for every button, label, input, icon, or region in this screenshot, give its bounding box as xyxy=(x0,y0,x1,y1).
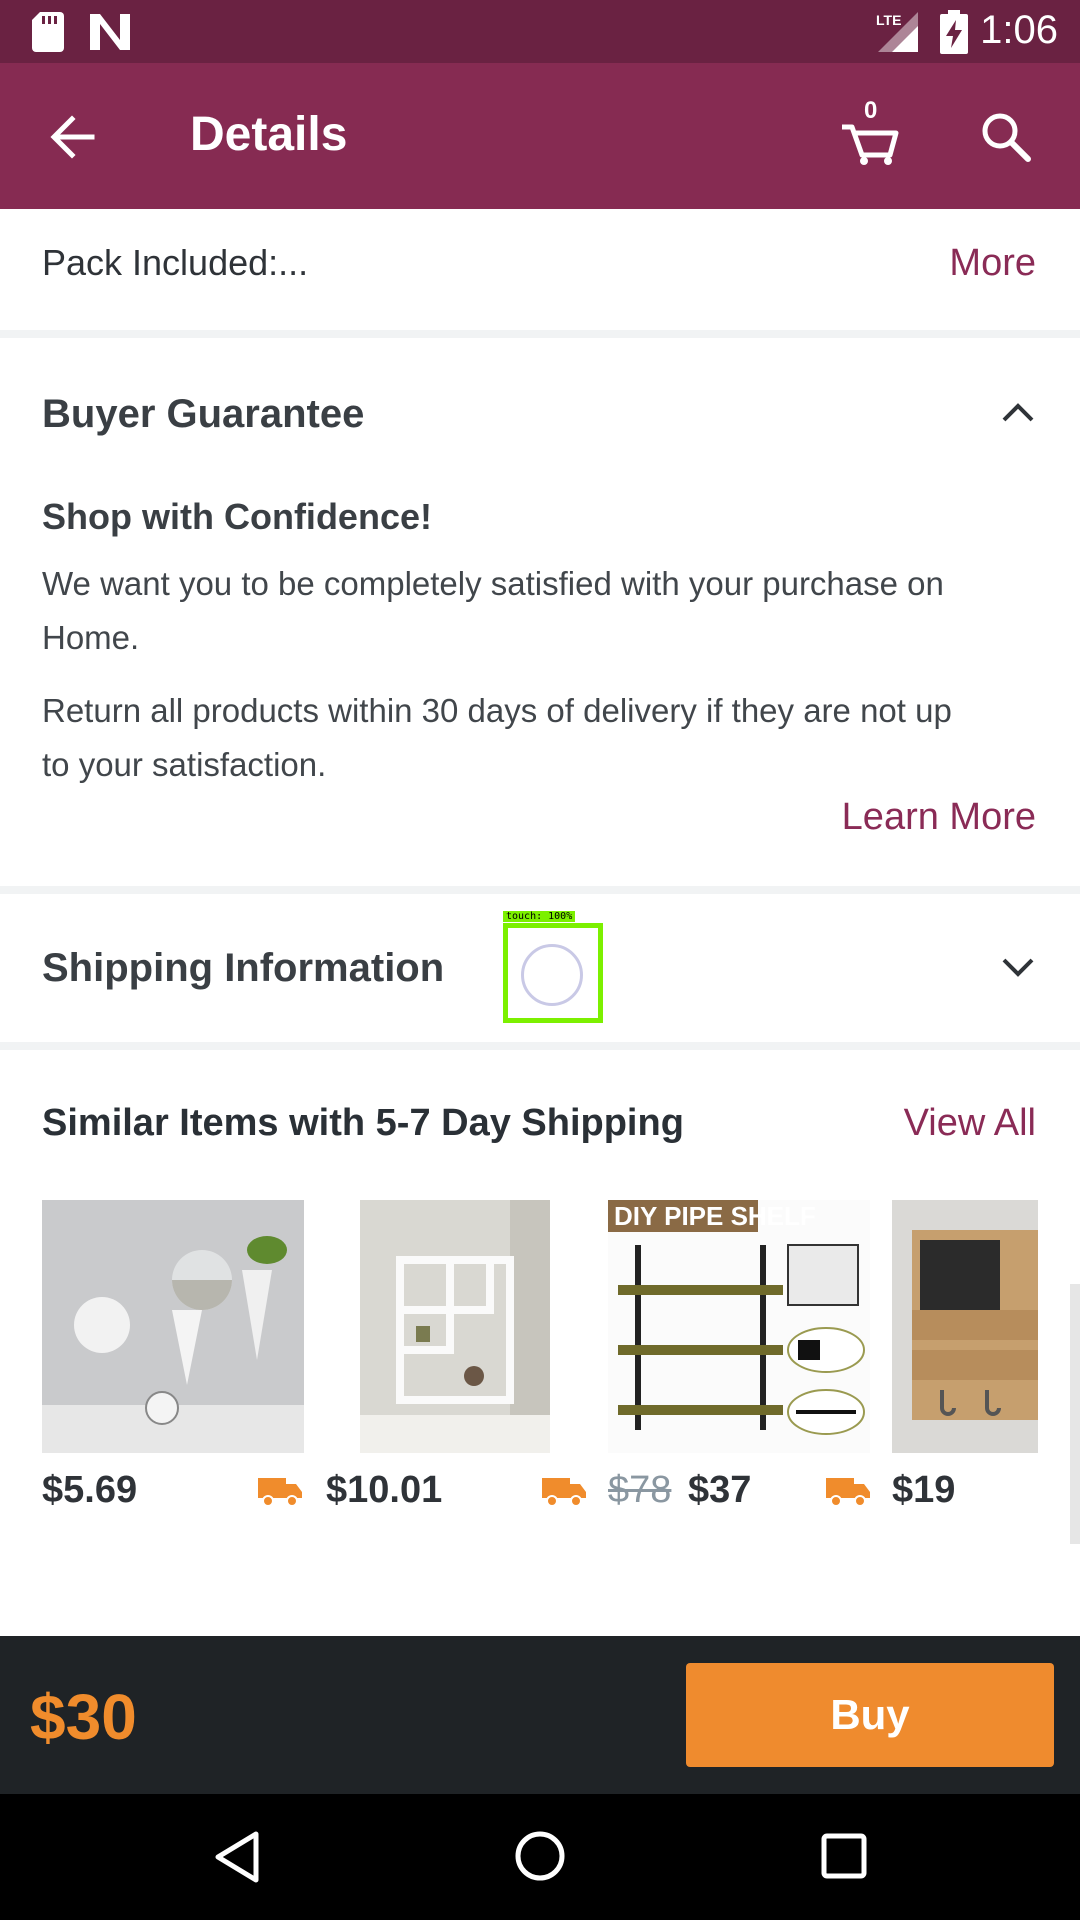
navigation-bar xyxy=(0,1794,1080,1920)
shipping-information-title[interactable]: Shipping Information xyxy=(42,946,444,991)
wood-organizer-image xyxy=(892,1200,1038,1453)
back-arrow-icon[interactable] xyxy=(48,113,96,161)
search-icon[interactable] xyxy=(980,111,1032,163)
guarantee-line: Home. xyxy=(42,619,140,656)
chevron-down-icon[interactable] xyxy=(1000,956,1036,980)
nav-recents-icon[interactable] xyxy=(820,1832,868,1880)
buy-button[interactable]: Buy xyxy=(686,1663,1054,1767)
guarantee-line: Return all products within 30 days of de… xyxy=(42,692,952,729)
total-price: $30 xyxy=(30,1681,137,1753)
battery-charging-icon xyxy=(940,10,968,54)
guarantee-line: We want you to be completely satisfied w… xyxy=(42,565,944,602)
guarantee-line: to your satisfaction. xyxy=(42,746,327,783)
product-price: $5.69 xyxy=(42,1469,138,1511)
similar-items-title: Similar Items with 5-7 Day Shipping xyxy=(42,1102,684,1144)
page-title: Details xyxy=(190,108,348,161)
nav-home-icon[interactable] xyxy=(514,1830,566,1882)
scrollbar[interactable] xyxy=(1070,1284,1080,1544)
shop-confidence-heading: Shop with Confidence! xyxy=(42,496,432,537)
fast-shipping-truck-icon xyxy=(826,1478,870,1507)
view-all-link[interactable]: View All xyxy=(904,1102,1036,1145)
chevron-up-icon[interactable] xyxy=(1000,400,1036,424)
buy-bar: $30 Buy xyxy=(0,1636,1080,1794)
sd-card-icon xyxy=(32,12,64,52)
status-time: 1:06 xyxy=(980,8,1058,52)
product-image-wood-organizer[interactable] xyxy=(892,1200,1038,1453)
cart-button[interactable]: 0 xyxy=(840,97,900,167)
fast-shipping-truck-icon xyxy=(258,1478,302,1507)
product-price: $37 xyxy=(688,1469,752,1511)
signal-icon xyxy=(878,12,918,52)
wall-planter-image xyxy=(42,1200,304,1453)
learn-more-link[interactable]: Learn More xyxy=(842,796,1036,839)
section-divider xyxy=(0,1042,1080,1050)
section-divider xyxy=(0,330,1080,338)
touch-indicator-label: touch: 100% xyxy=(503,911,576,922)
cart-count-badge: 0 xyxy=(864,97,878,124)
product-old-price: $78 xyxy=(608,1469,672,1511)
more-link[interactable]: More xyxy=(949,242,1036,285)
section-divider xyxy=(0,886,1080,894)
product-image-cube-shelf[interactable] xyxy=(360,1200,550,1453)
product-price: $10.01 xyxy=(326,1469,443,1511)
fast-shipping-truck-icon xyxy=(542,1478,586,1507)
cube-shelf-image xyxy=(360,1200,550,1453)
product-price: $19 xyxy=(892,1469,956,1511)
diy-label: DIY PIPE SHELF xyxy=(614,1201,816,1231)
pack-included-text: Pack Included:... xyxy=(42,242,309,283)
guarantee-paragraph-2: Return all products within 30 days of de… xyxy=(42,684,1042,792)
notification-n-icon xyxy=(90,14,130,50)
touch-ripple-icon xyxy=(521,944,583,1006)
pipe-shelf-image: DIY PIPE SHELF xyxy=(608,1200,870,1453)
app-bar: Details 0 xyxy=(0,63,1080,209)
guarantee-paragraph-1: We want you to be completely satisfied w… xyxy=(42,557,1042,665)
product-image-pipe-shelf[interactable]: DIY PIPE SHELF xyxy=(608,1200,870,1453)
buyer-guarantee-title[interactable]: Buyer Guarantee xyxy=(42,392,364,437)
status-bar: LTE 1:06 xyxy=(0,0,1080,63)
nav-back-icon[interactable] xyxy=(212,1830,260,1884)
product-image-wall-planters[interactable] xyxy=(42,1200,304,1453)
